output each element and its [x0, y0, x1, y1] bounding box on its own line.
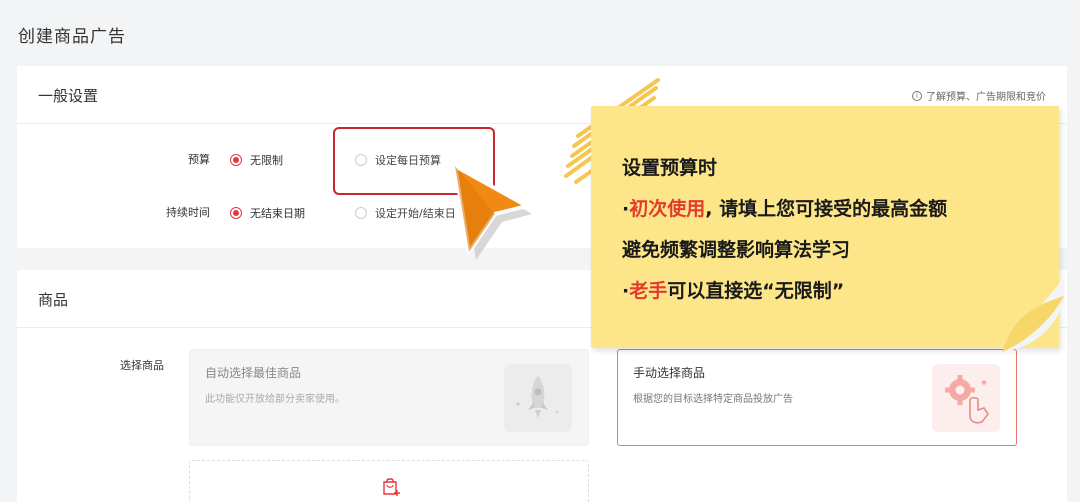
- auto-select-option[interactable]: 自动选择最佳商品 此功能仅开放给部分卖家使用。: [189, 349, 589, 446]
- auto-select-desc: 此功能仅开放给部分卖家使用。: [205, 394, 345, 405]
- manual-select-desc: 根据您的目标选择特定商品投放广告: [633, 394, 793, 405]
- radio-selected-icon: [230, 154, 242, 166]
- page-curl: [1002, 278, 1064, 352]
- note-highlight-first-use: 初次使用: [629, 198, 706, 220]
- add-product-box[interactable]: [189, 460, 589, 502]
- general-settings-title: 一般设置: [38, 87, 99, 105]
- gear-hand-icon: [932, 364, 1000, 432]
- rocket-icon: [504, 364, 572, 432]
- duration-option-range-label: 设定开始/结束日: [375, 207, 456, 220]
- duration-option-range[interactable]: 设定开始/结束日: [355, 205, 456, 221]
- budget-option-unlimited-label: 无限制: [250, 154, 283, 167]
- help-link-text: 了解预算、广告期限和竞价: [926, 92, 1046, 103]
- shopping-bag-add-icon: [383, 478, 400, 496]
- manual-select-option[interactable]: 手动选择商品 根据您的目标选择特定商品投放广告: [617, 349, 1017, 446]
- radio-selected-icon: [230, 207, 242, 219]
- duration-label: 持续时间: [166, 206, 210, 219]
- help-link[interactable]: i 了解预算、广告期限和竞价: [912, 88, 1046, 103]
- page-title: 创建商品广告: [18, 27, 126, 47]
- note-line-3: 避免频繁调整影响算法学习: [622, 239, 851, 261]
- note-line-2: ·初次使用, 请填上您可接受的最高金额: [622, 198, 948, 220]
- radio-unselected-icon: [355, 207, 367, 219]
- duration-option-no-end-label: 无结束日期: [250, 207, 305, 220]
- budget-row: 预算: [110, 151, 210, 167]
- note-line-1: 设置预算时: [622, 157, 718, 179]
- note-highlight-veteran: 老手: [629, 280, 668, 302]
- pointer-arrow-icon: [453, 164, 532, 260]
- duration-row: 持续时间: [110, 204, 210, 220]
- auto-select-title: 自动选择最佳商品: [205, 366, 302, 380]
- manual-select-title: 手动选择商品: [633, 366, 706, 380]
- info-icon: i: [912, 90, 922, 101]
- note-line-4: ·老手可以直接选“无限制”: [622, 280, 845, 302]
- duration-option-no-end[interactable]: 无结束日期: [230, 205, 305, 221]
- budget-label: 预算: [188, 153, 210, 166]
- note-text: 设置预算时 ·初次使用, 请填上您可接受的最高金额 避免频繁调整影响算法学习 ·…: [622, 148, 947, 312]
- select-products-label: 选择商品: [120, 359, 164, 372]
- products-title: 商品: [38, 291, 69, 309]
- budget-option-unlimited[interactable]: 无限制: [230, 152, 283, 168]
